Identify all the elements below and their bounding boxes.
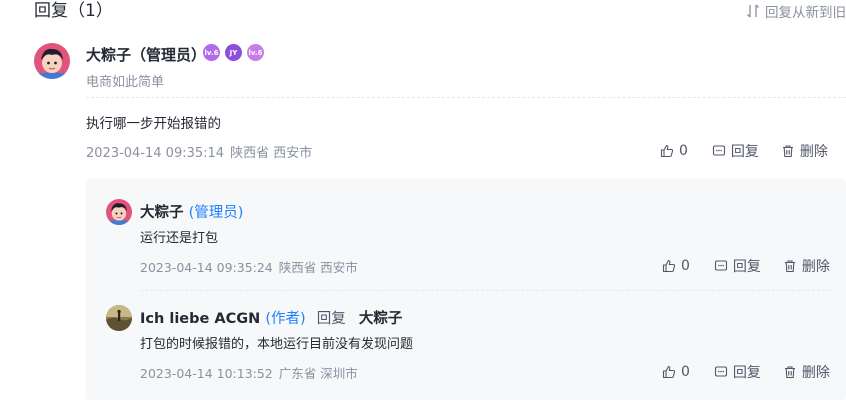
- thumbs-up-icon: [662, 365, 676, 379]
- reply-actions: 0 回复 删除: [662, 362, 830, 382]
- reply-author[interactable]: 大粽子 (管理员): [140, 201, 243, 222]
- reply-time: 2023-04-14 09:35:24: [140, 260, 273, 275]
- trash-icon: [784, 366, 795, 379]
- like-count: 0: [679, 143, 688, 159]
- sort-icon: [747, 4, 759, 18]
- comment-content: 执行哪一步开始报错的: [86, 116, 221, 132]
- reply-button[interactable]: 回复: [712, 141, 759, 161]
- juejin-badge-icon: JY: [225, 44, 242, 61]
- comment-icon: [714, 260, 727, 271]
- reply-meta: 2023-04-14 10:13:52 广东省 深圳市: [140, 363, 358, 382]
- like-button[interactable]: 0: [662, 364, 690, 380]
- like-button[interactable]: 0: [660, 143, 688, 159]
- reply-button[interactable]: 回复: [714, 256, 761, 276]
- role-tag: (管理员): [188, 205, 244, 221]
- comments-header: 回复（1） 回复从新到旧: [0, 0, 846, 24]
- role-tag: (作者): [265, 311, 306, 327]
- delete-label: 删除: [801, 259, 830, 275]
- avatar[interactable]: [106, 199, 132, 225]
- comment-icon: [712, 145, 725, 156]
- divider: [86, 97, 846, 98]
- comment-author[interactable]: 大粽子（管理员）: [86, 44, 206, 65]
- replies-count-title: 回复（1）: [34, 1, 113, 21]
- reply-content: 运行还是打包: [140, 231, 219, 246]
- delete-button[interactable]: 删除: [783, 256, 830, 276]
- reply-label: 回复: [732, 259, 761, 275]
- reply-to-target[interactable]: 大粽子: [359, 311, 403, 327]
- reply-author[interactable]: Ich liebe ACGN (作者) 回复 大粽子: [140, 307, 402, 328]
- author-subtitle: 电商如此简单: [86, 75, 165, 90]
- level-badge-icon: lv.6: [247, 44, 264, 61]
- comment-location: 陕西省 西安市: [230, 146, 313, 161]
- reply-to-word: 回复: [316, 311, 346, 327]
- reply-author-name: Ich liebe ACGN: [140, 311, 261, 327]
- comment-meta: 2023-04-14 09:35:14 陕西省 西安市: [86, 142, 312, 161]
- comment-time: 2023-04-14 09:35:14: [86, 146, 225, 161]
- thumbs-up-icon: [662, 259, 676, 273]
- sort-label: 回复从新到旧: [765, 5, 846, 21]
- reply-label: 回复: [732, 365, 761, 381]
- delete-button[interactable]: 删除: [783, 362, 830, 382]
- reply-button[interactable]: 回复: [714, 362, 761, 382]
- comment-icon: [714, 366, 727, 377]
- avatar[interactable]: [34, 43, 70, 79]
- reply-content: 打包的时候报错的，本地运行目前没有发现问题: [140, 337, 414, 352]
- reply-location: 陕西省 西安市: [278, 260, 358, 275]
- like-button[interactable]: 0: [662, 258, 690, 274]
- thumbs-up-icon: [660, 144, 674, 158]
- trash-icon: [784, 260, 795, 273]
- level-badge-icon: lv.6: [203, 44, 220, 61]
- avatar[interactable]: [106, 305, 132, 331]
- trash-icon: [782, 145, 793, 158]
- reply-label: 回复: [730, 144, 759, 160]
- like-count: 0: [681, 258, 690, 274]
- reply-meta: 2023-04-14 09:35:24 陕西省 西安市: [140, 257, 358, 276]
- reply-time: 2023-04-14 10:13:52: [140, 366, 273, 381]
- like-count: 0: [681, 364, 690, 380]
- sort-toggle[interactable]: 回复从新到旧: [746, 1, 846, 21]
- delete-label: 删除: [801, 365, 830, 381]
- delete-label: 删除: [799, 144, 828, 160]
- divider: [140, 290, 830, 291]
- comment-actions: 0 回复 删除: [660, 141, 828, 161]
- reply-actions: 0 回复 删除: [662, 256, 830, 276]
- reply-location: 广东省 深圳市: [278, 366, 358, 381]
- delete-button[interactable]: 删除: [781, 141, 828, 161]
- reply-author-name: 大粽子: [140, 205, 184, 221]
